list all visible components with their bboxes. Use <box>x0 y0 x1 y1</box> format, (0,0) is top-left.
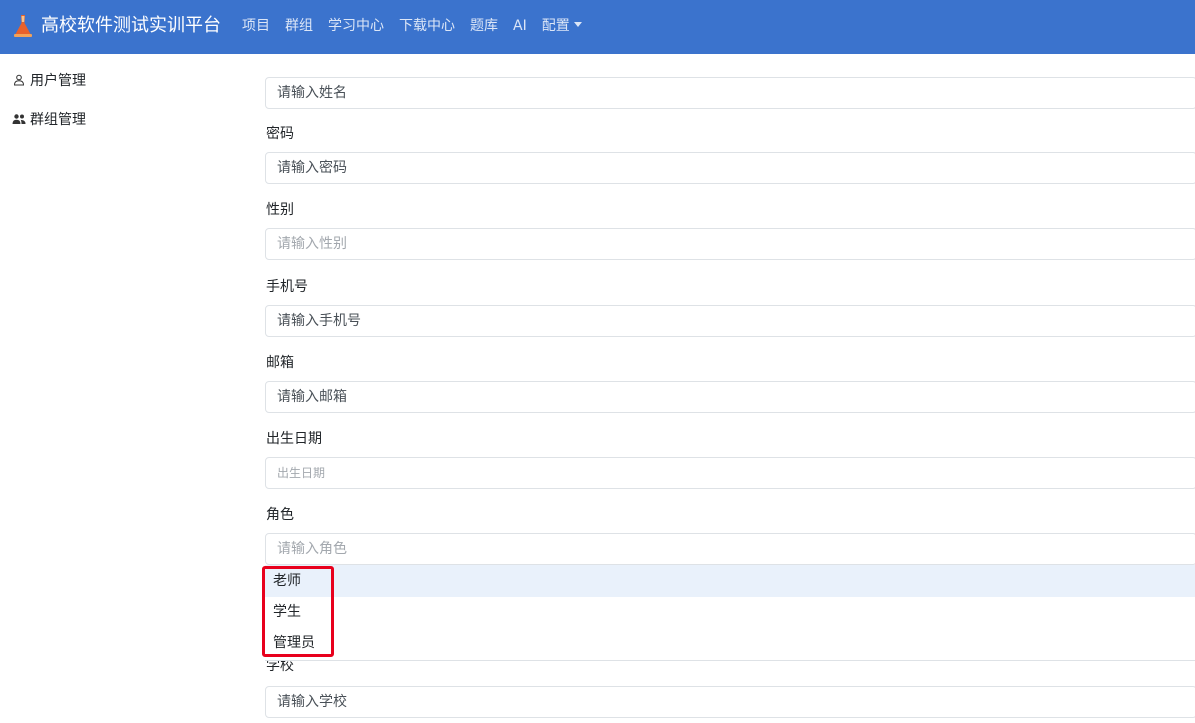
birthdate-label: 出生日期 <box>266 431 322 447</box>
nav-link-projects[interactable]: 项目 <box>242 15 270 37</box>
role-option-student[interactable]: 学生 <box>265 596 1195 628</box>
role-option-admin[interactable]: 管理员 <box>265 627 1195 659</box>
email-input[interactable] <box>265 381 1195 413</box>
password-label: 密码 <box>266 126 294 142</box>
nav-links: 项目 群组 学习中心 下载中心 题库 AI 配置 <box>242 15 597 37</box>
role-option-teacher[interactable]: 老师 <box>265 565 1195 597</box>
school-input[interactable] <box>265 686 1195 718</box>
sidebar-item-group-management[interactable]: 群组管理 <box>12 109 86 129</box>
nav-link-learning-center[interactable]: 学习中心 <box>328 15 384 37</box>
password-input[interactable] <box>265 152 1195 184</box>
email-label: 邮箱 <box>266 355 294 371</box>
nav-dropdown-config[interactable]: 配置 <box>542 15 582 37</box>
role-dropdown-menu: 老师 学生 管理员 <box>265 565 1195 661</box>
nav-link-download-center[interactable]: 下载中心 <box>399 15 455 37</box>
phone-input[interactable] <box>265 305 1195 337</box>
users-icon <box>12 112 26 126</box>
brand-title[interactable]: 高校软件测试实训平台 <box>41 13 221 39</box>
user-icon <box>12 73 26 87</box>
name-input[interactable] <box>265 77 1195 109</box>
top-navbar: 高校软件测试实训平台 项目 群组 学习中心 下载中心 题库 AI 配置 <box>0 0 1195 54</box>
gender-input[interactable] <box>265 228 1195 260</box>
birthdate-input[interactable] <box>265 457 1195 489</box>
sidebar-item-label: 用户管理 <box>30 73 86 89</box>
role-label: 角色 <box>266 507 294 523</box>
gender-label: 性别 <box>266 202 294 218</box>
flask-logo-icon <box>14 15 32 37</box>
chevron-down-icon <box>573 22 582 27</box>
nav-link-ai[interactable]: AI <box>513 15 527 37</box>
sidebar-item-label: 群组管理 <box>30 112 86 128</box>
role-input[interactable] <box>265 533 1195 565</box>
phone-label: 手机号 <box>266 279 308 295</box>
nav-link-question-bank[interactable]: 题库 <box>470 15 498 37</box>
nav-config-label: 配置 <box>541 18 570 34</box>
sidebar-item-user-management[interactable]: 用户管理 <box>12 70 86 90</box>
nav-link-groups[interactable]: 群组 <box>285 15 313 37</box>
